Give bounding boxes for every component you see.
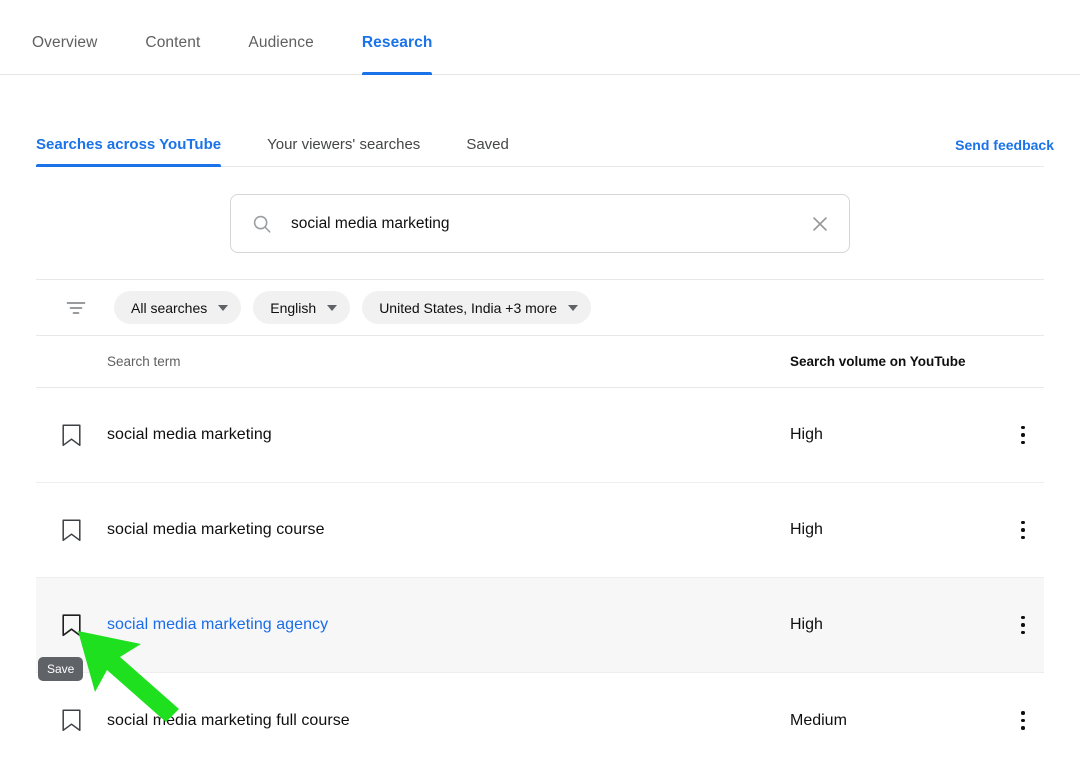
search-section [0, 167, 1080, 253]
search-volume-value: High [790, 616, 823, 633]
search-volume-value: Medium [790, 711, 847, 729]
column-header-search-term: Search term [107, 354, 181, 369]
send-feedback-link[interactable]: Send feedback [955, 137, 1054, 153]
search-term-text[interactable]: social media marketing course [107, 521, 790, 539]
search-term-text[interactable]: social media marketing agency [107, 616, 790, 634]
tab-audience[interactable]: Audience [248, 34, 313, 74]
table-row[interactable]: social media marketing full course Mediu… [36, 673, 1044, 763]
table-row[interactable]: social media marketing High [36, 388, 1044, 483]
secondary-nav: Searches across YouTube Your viewers' se… [0, 102, 1080, 167]
tab-research[interactable]: Research [361, 34, 433, 75]
more-vertical-icon[interactable] [1013, 707, 1033, 734]
tab-overview[interactable]: Overview [32, 34, 97, 74]
search-box[interactable] [230, 194, 850, 253]
filter-list-icon[interactable] [64, 296, 88, 320]
chip-all-searches-label: All searches [131, 299, 208, 316]
chip-language[interactable]: English [253, 291, 351, 324]
youtube-studio-research-page: Overview Content Audience Research Searc… [0, 0, 1080, 763]
save-bookmark-cell[interactable] [36, 518, 107, 543]
row-actions[interactable] [1002, 612, 1044, 639]
bookmark-icon[interactable] [61, 708, 82, 733]
search-volume-value: High [790, 426, 823, 443]
chip-language-label: English [270, 299, 317, 316]
search-volume-value: High [790, 521, 823, 538]
search-icon [251, 213, 273, 235]
save-bookmark-cell[interactable] [36, 708, 107, 733]
column-header-search-volume: Search volume on YouTube [790, 354, 966, 369]
bookmark-icon[interactable] [61, 423, 82, 448]
subtab-saved[interactable]: Saved [466, 136, 509, 167]
search-term-text[interactable]: social media marketing [107, 426, 790, 444]
table-header: Search term Search volume on YouTube [36, 336, 1044, 388]
row-actions[interactable] [1002, 707, 1044, 734]
save-bookmark-cell[interactable] [36, 423, 107, 448]
row-actions[interactable] [1002, 422, 1044, 449]
chip-regions[interactable]: United States, India +3 more [362, 291, 592, 324]
chevron-down-icon [327, 304, 338, 311]
more-vertical-icon[interactable] [1013, 517, 1033, 544]
search-input[interactable] [291, 214, 809, 233]
bookmark-icon[interactable] [61, 613, 82, 638]
tab-content[interactable]: Content [145, 34, 200, 74]
save-tooltip: Save [38, 657, 84, 681]
filter-bar: All searches English United States, Indi… [36, 279, 1044, 336]
more-vertical-icon[interactable] [1013, 422, 1033, 449]
more-vertical-icon[interactable] [1013, 612, 1033, 639]
bookmark-icon[interactable] [61, 518, 82, 543]
chip-regions-label: United States, India +3 more [379, 299, 558, 316]
close-icon[interactable] [809, 213, 831, 235]
chevron-down-icon [218, 304, 229, 311]
save-bookmark-cell[interactable] [36, 613, 107, 638]
search-results-table: Search term Search volume on YouTube soc… [36, 336, 1044, 763]
search-term-text[interactable]: social media marketing full course [107, 712, 790, 730]
primary-nav: Overview Content Audience Research [0, 0, 1080, 75]
chevron-down-icon [568, 304, 579, 311]
subtab-searches-across-youtube[interactable]: Searches across YouTube [36, 136, 222, 167]
table-row[interactable]: social media marketing agency High [36, 578, 1044, 673]
subtab-your-viewers-searches[interactable]: Your viewers' searches [267, 136, 420, 167]
table-row[interactable]: social media marketing course High [36, 483, 1044, 578]
chip-all-searches[interactable]: All searches [114, 291, 242, 324]
row-actions[interactable] [1002, 517, 1044, 544]
